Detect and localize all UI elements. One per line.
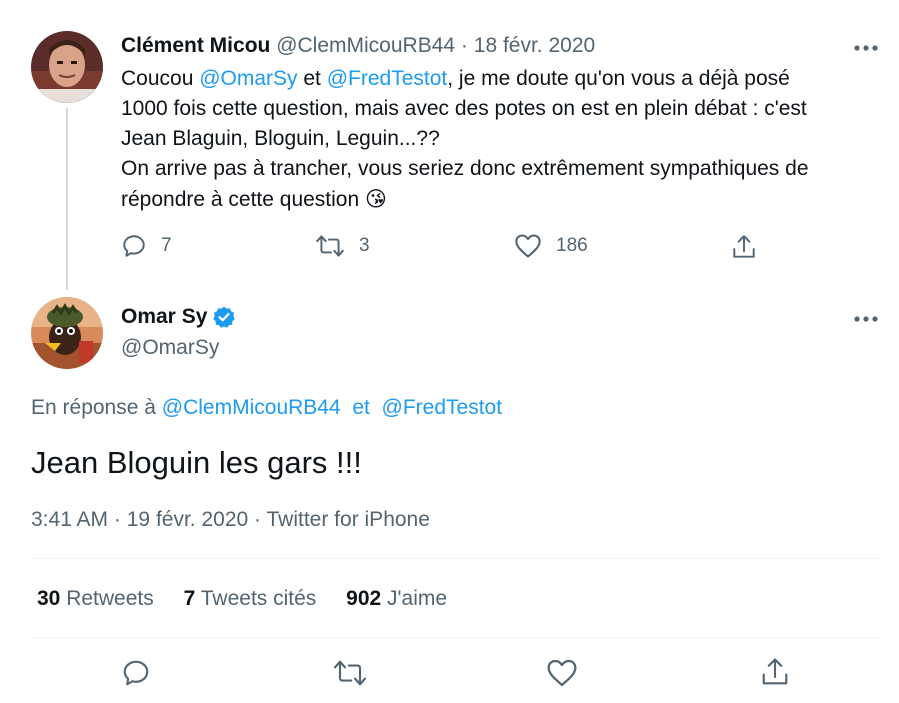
retweet-action[interactable]: 3: [315, 233, 370, 259]
tweet-source[interactable]: Twitter for iPhone: [267, 508, 430, 531]
divider-bottom: [30, 637, 880, 638]
user-handle[interactable]: @ClemMicouRB44: [276, 34, 455, 57]
avatar-image: [31, 31, 103, 103]
avatar-image: [31, 297, 103, 369]
reply-icon: [123, 235, 145, 257]
heart-icon: [515, 234, 541, 258]
meta-separator: ·: [113, 508, 121, 531]
likes-label: J'aime: [387, 587, 448, 610]
more-dots-icon[interactable]: [853, 303, 879, 329]
meta-separator: ·: [254, 508, 262, 531]
like-count: 186: [556, 235, 588, 256]
avatar-clement[interactable]: [31, 31, 103, 103]
thread-connector-line: [66, 108, 68, 290]
tweet-date[interactable]: 18 févr. 2020: [474, 34, 595, 57]
retweet-icon: [316, 235, 344, 257]
share-icon: [733, 235, 755, 258]
share-action[interactable]: [731, 233, 771, 261]
reply-icon: [123, 660, 149, 686]
tweet-line-2: 1000 fois cette question, mais avec des …: [121, 97, 807, 120]
stat-quotes[interactable]: 7 Tweets cités: [184, 587, 323, 610]
avatar-omarsy[interactable]: [31, 297, 103, 369]
share-icon: [762, 658, 788, 685]
text-segment: répondre à cette question: [121, 188, 366, 211]
display-name[interactable]: Omar Sy: [121, 305, 207, 329]
reply-and: et: [352, 396, 370, 419]
kiss-emoji: 😘: [365, 187, 387, 211]
more-dots-icon[interactable]: [853, 32, 879, 58]
tweet-time[interactable]: 3:41 AM: [31, 508, 108, 531]
quotes-label: Tweets cités: [200, 587, 317, 610]
reply-context: En réponse à @ClemMicouRB44 et @FredTest…: [31, 396, 502, 420]
tweet-header-clement: Clément Micou @ClemMicouRB44 · 18 févr. …: [121, 34, 595, 58]
tweet-date[interactable]: 19 févr. 2020: [127, 508, 248, 531]
bottom-share-button[interactable]: [760, 655, 790, 694]
stat-retweets[interactable]: 30 Retweets: [37, 587, 160, 610]
tweet-metadata: 3:41 AM · 19 févr. 2020 · Twitter for iP…: [31, 508, 430, 532]
divider-top: [30, 558, 880, 559]
retweets-count: 30: [37, 587, 61, 610]
reply-mention-fred[interactable]: @FredTestot: [382, 396, 503, 419]
tweet-line-3: Jean Blaguin, Bloguin, Leguin...??: [121, 127, 440, 150]
stat-likes[interactable]: 902 J'aime: [346, 587, 447, 610]
retweet-count: 3: [359, 235, 370, 256]
bottom-like-button[interactable]: [546, 658, 578, 693]
tweet-line-5: répondre à cette question 😘: [121, 184, 881, 215]
bottom-reply-button[interactable]: [121, 658, 151, 693]
tweet-header-omarsy: Omar Sy: [121, 305, 236, 329]
reply-count: 7: [161, 235, 172, 256]
tweet-body-clement: Coucou @OmarSy et @FredTestot, je me dou…: [121, 64, 881, 215]
header-separator: ·: [460, 34, 468, 57]
bottom-retweet-button[interactable]: [332, 658, 368, 693]
reply-label: En réponse à: [31, 396, 156, 419]
heart-icon: [547, 659, 577, 687]
text-segment: Coucou: [121, 67, 200, 90]
retweets-label: Retweets: [66, 587, 154, 610]
main-tweet-text: Jean Bloguin les gars !!!: [31, 445, 362, 480]
tweet-line-1: Coucou @OmarSy et @FredTestot, je me dou…: [121, 64, 881, 94]
reply-mention-clem[interactable]: @ClemMicouRB44: [162, 396, 341, 419]
retweet-icon: [333, 660, 367, 686]
text-segment: , je me doute qu'on vous a déjà posé: [447, 67, 790, 90]
likes-count: 902: [346, 587, 382, 610]
tweet-stats: 30 Retweets 7 Tweets cités 902 J'aime: [37, 587, 447, 611]
reply-action[interactable]: 7: [121, 233, 172, 259]
text-segment: et: [297, 67, 327, 90]
mention-omarsy[interactable]: @OmarSy: [199, 67, 297, 90]
tweet-line-4: On arrive pas à trancher, vous seriez do…: [121, 157, 809, 180]
quotes-count: 7: [183, 587, 196, 610]
mention-fredtestot[interactable]: @FredTestot: [327, 67, 448, 90]
verified-badge-icon: [213, 306, 236, 328]
user-handle[interactable]: @OmarSy: [121, 336, 219, 360]
like-action[interactable]: 186: [514, 233, 588, 259]
display-name[interactable]: Clément Micou: [121, 34, 270, 57]
